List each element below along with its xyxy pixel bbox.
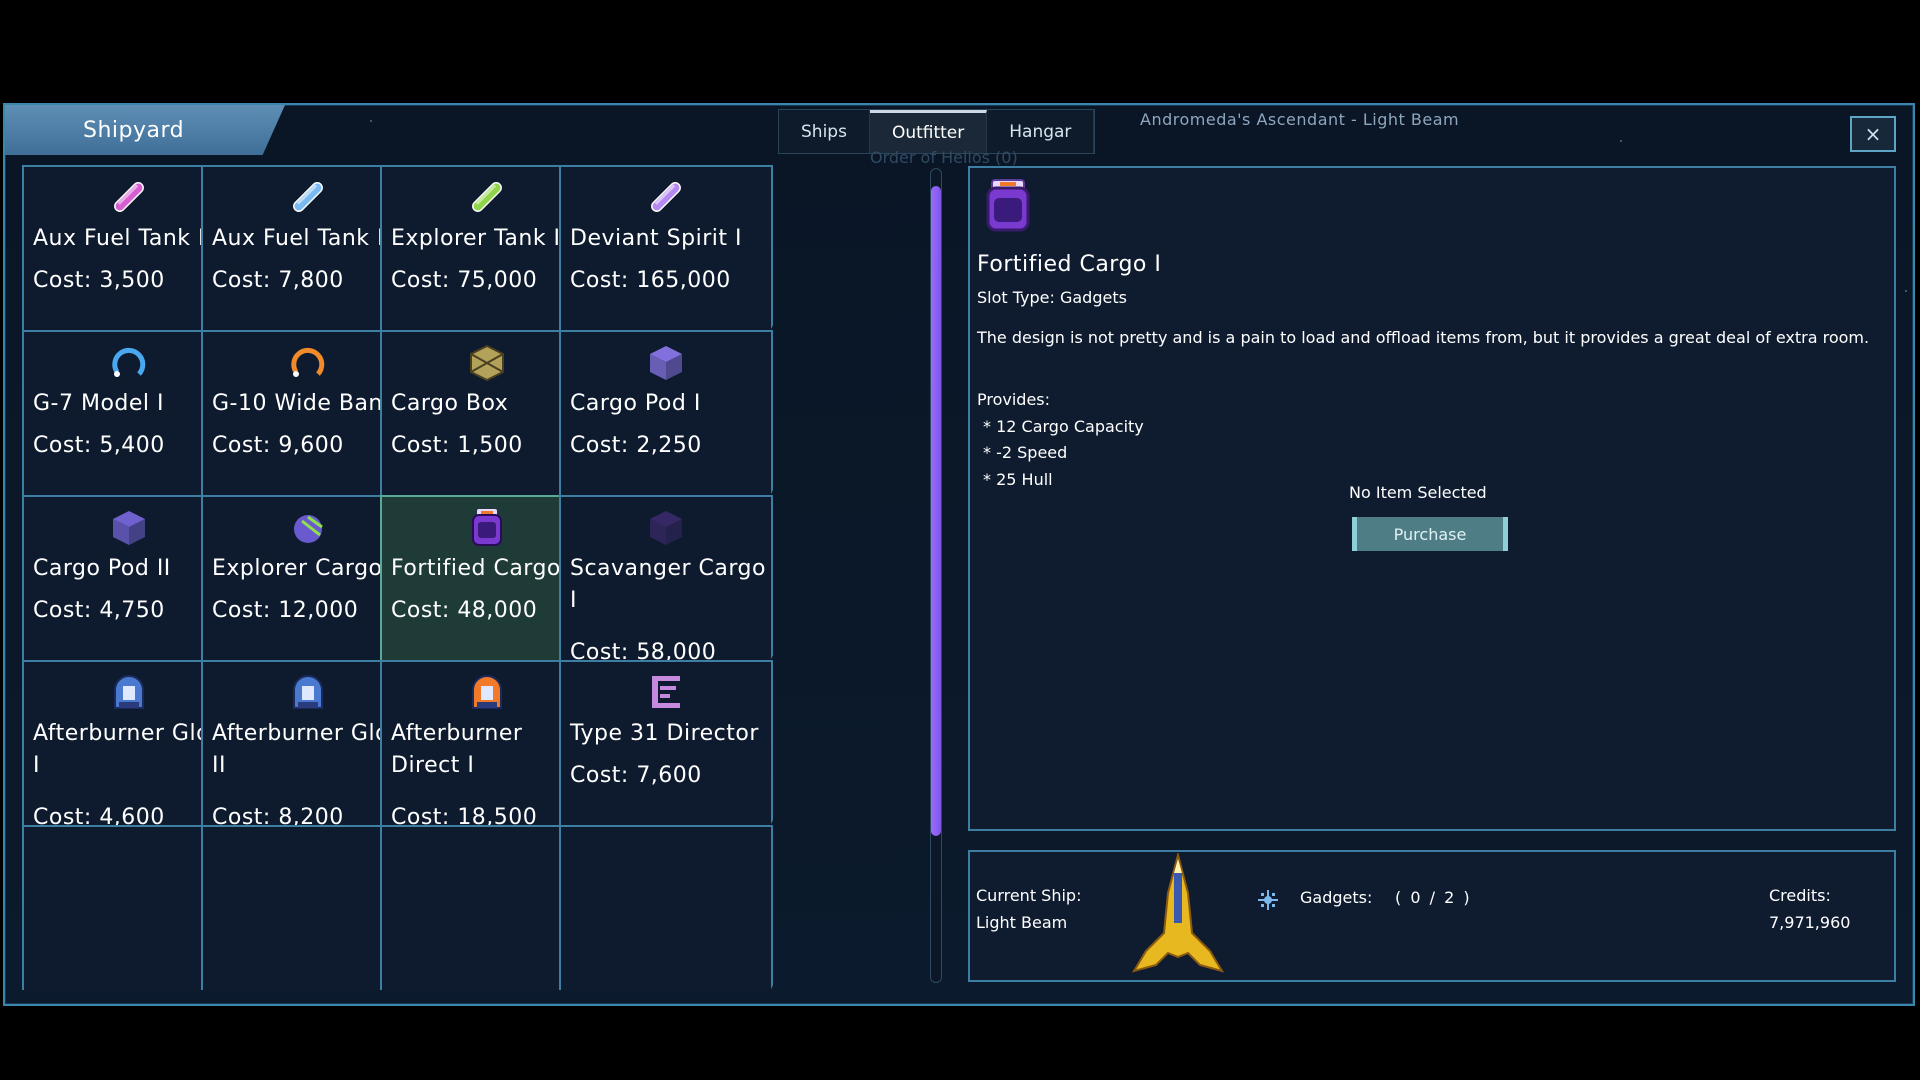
star-dot — [1905, 290, 1907, 292]
purchase-button[interactable]: Purchase — [1352, 517, 1508, 551]
detail-slot-type: Slot Type: Gadgets — [977, 288, 1127, 307]
item-card[interactable]: Scavanger Cargo I Cost: 58,000 — [559, 495, 773, 677]
gadgets-label: Gadgets: — [1300, 888, 1373, 907]
item-cost: Cost: 1,500 — [391, 433, 523, 458]
provide-item: * -2 Speed — [983, 443, 1068, 462]
close-button[interactable]: × — [1850, 116, 1896, 152]
credits-label: Credits: — [1769, 886, 1831, 905]
detail-title: Fortified Cargo I — [977, 252, 1162, 277]
item-cost: Cost: 165,000 — [570, 268, 731, 293]
cube-icon — [109, 507, 149, 547]
tab-ships[interactable]: Ships — [779, 110, 870, 153]
canister-icon — [467, 507, 507, 547]
item-grid: Aux Fuel Tank I Cost: 3,500 Aux Fuel Tank … — [22, 165, 902, 990]
provides-label: Provides: — [977, 390, 1051, 409]
item-cost: Cost: 5,400 — [33, 433, 165, 458]
tab-hangar[interactable]: Hangar — [987, 110, 1095, 153]
canister-icon — [986, 179, 1030, 232]
fuel-tank-icon — [109, 177, 149, 217]
item-cost: Cost: 7,800 — [212, 268, 344, 293]
provide-item: * 25 Hull — [983, 470, 1053, 489]
ship-sprite-icon — [1131, 853, 1225, 973]
star-dot — [370, 120, 372, 122]
gadget-icon — [1258, 890, 1278, 910]
fuel-tank-icon — [288, 177, 328, 217]
thruster-icon — [288, 672, 328, 712]
item-cost: Cost: 9,600 — [212, 433, 344, 458]
detail-description: The design is not pretty and is a pain t… — [977, 328, 1870, 347]
current-ship-name: Light Beam — [976, 913, 1068, 932]
item-card-partial[interactable] — [559, 825, 773, 990]
item-cost: Cost: 75,000 — [391, 268, 538, 293]
window-title: Shipyard — [83, 117, 185, 143]
window-title-tab: Shipyard — [5, 105, 285, 155]
no-item-selected-text: No Item Selected — [1349, 483, 1487, 502]
item-name: Deviant Spirit I — [570, 226, 742, 251]
item-name: Cargo Pod I — [570, 391, 701, 416]
item-name: Scavanger Cargo I — [570, 556, 766, 613]
item-card[interactable]: Type 31 Director Cost: 7,600 — [559, 660, 773, 842]
cube-icon — [646, 507, 686, 547]
item-card[interactable]: Deviant Spirit I Cost: 165,000 — [559, 165, 773, 347]
crate-icon — [467, 342, 507, 382]
thruster-icon — [467, 672, 507, 712]
ring-icon — [109, 342, 149, 382]
current-ship-label: Current Ship: — [976, 886, 1082, 905]
item-cost: Cost: 4,750 — [33, 598, 165, 623]
gadgets-count: ( 0 / 2 ) — [1395, 888, 1472, 907]
item-cost: Cost: 12,000 — [212, 598, 359, 623]
tab-outfitter[interactable]: Outfitter — [869, 110, 988, 153]
item-name: Type 31 Director — [570, 721, 759, 746]
fuel-tank-icon — [646, 177, 686, 217]
ship-header-text: Andromeda's Ascendant - Light Beam — [1140, 110, 1460, 129]
cube-icon — [646, 342, 686, 382]
ring-icon — [288, 342, 328, 382]
item-cost: Cost: 48,000 — [391, 598, 538, 623]
item-cost: Cost: 3,500 — [33, 268, 165, 293]
provide-item: * 12 Cargo Capacity — [983, 417, 1144, 436]
item-card[interactable]: Cargo Pod I Cost: 2,250 — [559, 330, 773, 512]
ship-status-panel — [968, 850, 1896, 982]
director-icon — [646, 672, 686, 712]
item-cost: Cost: 2,250 — [570, 433, 702, 458]
close-icon: × — [1864, 122, 1882, 146]
fuel-tank-icon — [467, 177, 507, 217]
thruster-icon — [109, 672, 149, 712]
orb-icon — [288, 507, 328, 547]
item-cost: Cost: 7,600 — [570, 763, 702, 788]
credits-value: 7,971,960 — [1769, 913, 1851, 932]
star-dot — [1620, 140, 1622, 142]
scrollbar-thumb[interactable] — [931, 186, 941, 836]
